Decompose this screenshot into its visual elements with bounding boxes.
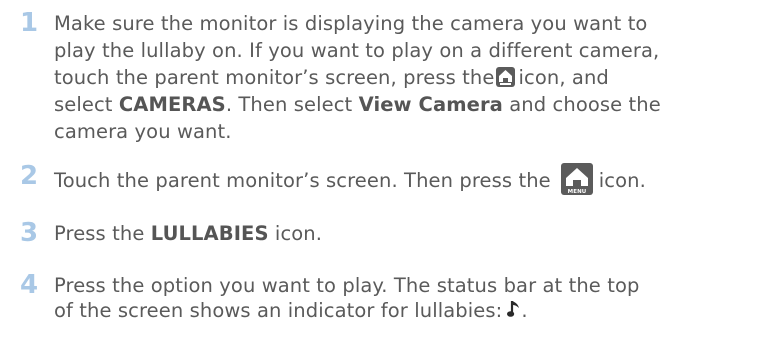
step-text: Make sure the monitor is displaying the … (54, 10, 770, 145)
step-number: 4 (20, 270, 39, 300)
home-menu-icon: MENU (560, 163, 593, 195)
emphasis-lullabies: LULLABIES (150, 222, 269, 245)
step-line: Make sure the monitor is displaying the … (54, 12, 648, 35)
step-line: camera you want. (54, 120, 232, 143)
text-fragment: touch the parent monitor’s screen, press… (54, 66, 495, 89)
emphasis-cameras: CAMERAS (118, 93, 226, 116)
step-number: 1 (20, 8, 39, 38)
step-line: Press the LULLABIES icon. (54, 220, 770, 247)
step-line: play the lullaby on. If you want to play… (54, 39, 660, 62)
text-fragment: Press the (54, 222, 151, 245)
text-fragment: Touch the parent monitor’s screen. Then … (54, 169, 551, 192)
text-fragment: icon. (268, 222, 323, 245)
text-fragment: of the screen shows an indicator for lul… (54, 299, 503, 322)
step-line: touch the parent monitor’s screen, press… (54, 64, 770, 91)
music-note-icon (507, 299, 521, 324)
instruction-steps: 1 Make sure the monitor is displaying th… (0, 0, 776, 360)
home-menu-icon (496, 67, 516, 87)
step-line: of the screen shows an indicator for lul… (54, 299, 770, 324)
text-fragment: . Then select (225, 93, 359, 116)
emphasis-view-camera: View Camera (358, 93, 503, 116)
step-text: Press the LULLABIES icon. (54, 220, 770, 247)
step-line: Touch the parent monitor’s screen. Then … (54, 163, 770, 195)
text-fragment: icon, and (518, 66, 609, 89)
step-line: select CAMERAS. Then select View Camera … (54, 91, 770, 118)
step-number: 3 (20, 218, 39, 248)
text-fragment: select (54, 93, 119, 116)
step-line: Press the option you want to play. The s… (54, 274, 640, 297)
step-text: Press the option you want to play. The s… (54, 272, 770, 324)
step-text: Touch the parent monitor’s screen. Then … (54, 163, 770, 195)
text-fragment: icon. (598, 169, 646, 192)
text-fragment: . (521, 299, 528, 322)
icon-caption: MENU (567, 189, 586, 195)
text-fragment: and choose the (502, 93, 661, 116)
step-number: 2 (20, 161, 39, 191)
